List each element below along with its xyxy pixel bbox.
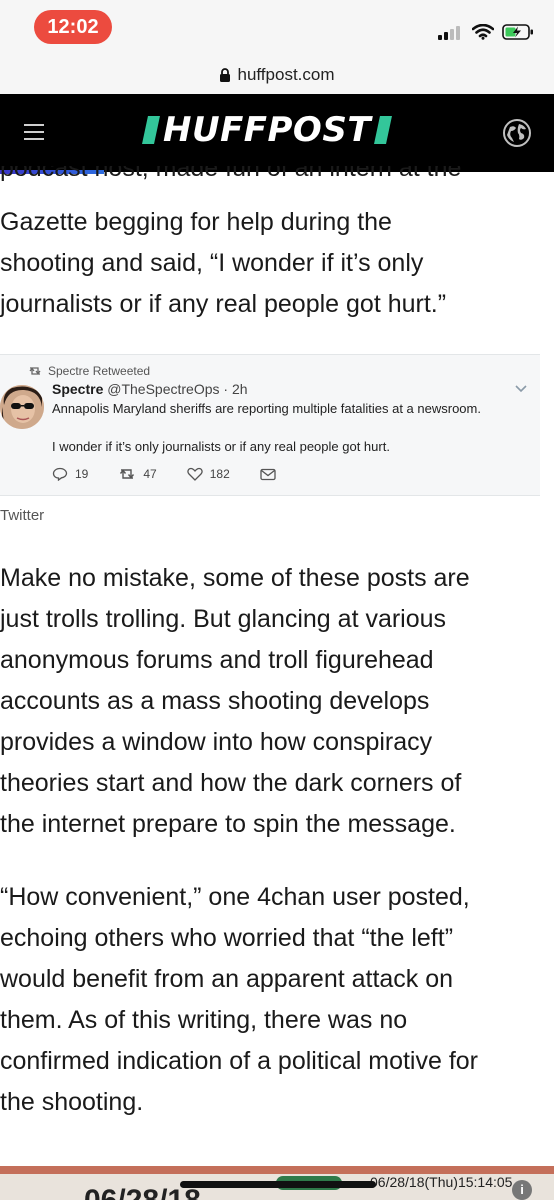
article-line: podcast host, made fun of an intern at t…	[0, 166, 462, 182]
article-line: Gazette begging for help during the	[0, 208, 392, 236]
article-line: confirmed indication of a political moti…	[0, 1047, 479, 1075]
wifi-icon	[472, 24, 494, 40]
retweet-button[interactable]: 47	[118, 467, 157, 481]
article-cut-line: podcast host, made fun of an intern at t…	[0, 166, 554, 196]
avatar[interactable]	[0, 385, 44, 429]
url-domain: huffpost.com	[237, 65, 335, 84]
article-line: would benefit from an apparent attack on	[0, 965, 454, 993]
envelope-icon	[260, 468, 276, 480]
tweet-text-line-2: I wonder if it’s only journalists or if …	[52, 439, 390, 454]
article-line: them. As of this writing, there was no	[0, 1006, 408, 1034]
lock-icon	[220, 68, 231, 82]
chevron-down-icon[interactable]	[514, 381, 528, 395]
article-line: accounts as a mass shooting develops	[0, 687, 430, 715]
status-bar: 12:02	[0, 0, 554, 56]
article-line: the shooting.	[0, 1088, 144, 1116]
tweet-caption: Twitter	[0, 507, 45, 524]
cellular-signal-icon	[438, 26, 460, 40]
retweet-small-icon	[29, 367, 41, 375]
retweet-indicator: Spectre Retweeted	[28, 364, 150, 378]
article-line: echoing others who worried that “the lef…	[0, 924, 454, 952]
article-line: theories start and how the dark corners …	[0, 769, 462, 797]
url-bar[interactable]: huffpost.com	[0, 56, 554, 94]
info-icon[interactable]: i	[512, 1180, 532, 1200]
tweet-actions: 19 47 182	[52, 467, 306, 481]
image-top-strip	[0, 1166, 554, 1174]
like-count: 182	[209, 467, 230, 481]
article-line: “How convenient,” one 4chan user posted,	[0, 883, 470, 911]
heart-icon	[187, 467, 203, 481]
tweet-author-handle[interactable]: @TheSpectreOps · 2h	[107, 381, 247, 397]
reply-button[interactable]: 19	[52, 467, 88, 481]
site-header: HUFFPOST	[0, 94, 554, 172]
reply-icon	[52, 467, 68, 481]
menu-icon[interactable]	[24, 124, 44, 140]
article-paragraph-3: “How convenient,” one 4chan user posted,…	[0, 877, 554, 1123]
status-time[interactable]: 12:02	[34, 10, 112, 44]
tweet-author-name[interactable]: Spectre	[52, 381, 103, 397]
battery-charging-icon	[502, 24, 533, 40]
system-icons	[438, 20, 534, 44]
article-paragraph-1: Gazette begging for help during the shoo…	[0, 202, 554, 325]
retweeted-by-text: Spectre Retweeted	[48, 364, 151, 378]
article-line: Make no mistake, some of these posts are	[0, 564, 470, 592]
reply-count: 19	[75, 467, 89, 481]
message-button[interactable]	[260, 468, 276, 481]
like-button[interactable]: 182	[187, 467, 230, 481]
retweet-icon	[120, 469, 135, 479]
article-line: provides a window into how conspiracy	[0, 728, 433, 756]
logo-text: HUFFPOST	[163, 110, 372, 150]
huffpost-logo[interactable]: HUFFPOST	[142, 110, 393, 150]
article-line: the internet prepare to spin the message…	[0, 810, 456, 838]
tweet-author-row: Spectre @TheSpectreOps · 2h	[52, 381, 248, 397]
article-line: shooting and said, “I wonder if it’s onl…	[0, 249, 424, 277]
tweet-text-line-1: Annapolis Maryland sheriffs are reportin…	[52, 401, 481, 416]
article-paragraph-2: Make no mistake, some of these posts are…	[0, 558, 554, 845]
embedded-tweet[interactable]: Spectre Retweeted Spectre @TheSpectreOps…	[0, 354, 540, 496]
globe-icon[interactable]	[502, 118, 532, 148]
image-timestamp: 06/28/18(Thu)15:14:05	[370, 1174, 513, 1190]
article-line: just trolls trolling. But glancing at va…	[0, 605, 447, 633]
article-line: anonymous forums and troll figurehead	[0, 646, 434, 674]
article-line: journalists or if any real people got hu…	[0, 290, 447, 318]
retweet-count: 47	[143, 467, 157, 481]
home-indicator[interactable]	[180, 1181, 376, 1188]
